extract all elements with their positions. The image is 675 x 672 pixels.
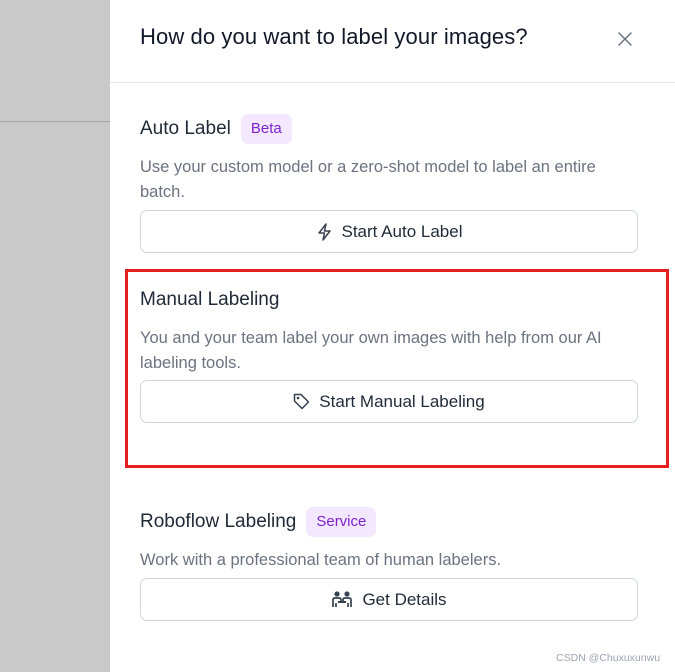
- get-details-label: Get Details: [362, 589, 447, 609]
- beta-badge: Beta: [240, 114, 292, 144]
- start-auto-label-button[interactable]: Start Auto Label: [140, 210, 638, 253]
- roboflow-labeling-description: Work with a professional team of human l…: [140, 551, 502, 569]
- get-details-button[interactable]: Get Details: [140, 578, 638, 621]
- roboflow-labeling-header: Roboflow Labeling Service: [140, 506, 640, 538]
- start-auto-label-label: Start Auto Label: [341, 221, 463, 241]
- auto-label-header: Auto Label Beta: [140, 113, 640, 145]
- manual-labeling-header: Manual Labeling: [140, 284, 640, 316]
- auto-label-description: Use your custom model or a zero-shot mod…: [140, 158, 596, 201]
- roboflow-labeling-title: Roboflow Labeling: [140, 511, 297, 532]
- manual-labeling-title: Manual Labeling: [140, 289, 280, 310]
- service-badge: Service: [306, 507, 377, 537]
- team-icon: [331, 590, 353, 610]
- close-button[interactable]: [610, 24, 640, 54]
- label-options-dialog: How do you want to label your images? Au…: [110, 0, 675, 672]
- manual-labeling-description: You and your team label your own images …: [140, 329, 602, 372]
- start-manual-labeling-label: Start Manual Labeling: [319, 391, 485, 411]
- roboflow-labeling-section: Roboflow Labeling Service Work with a pr…: [140, 506, 640, 621]
- auto-label-section: Auto Label Beta Use your custom model or…: [140, 113, 640, 253]
- backdrop-divider: [0, 121, 110, 122]
- start-manual-labeling-button[interactable]: Start Manual Labeling: [140, 380, 638, 423]
- close-icon: [618, 32, 632, 46]
- auto-label-title: Auto Label: [140, 118, 231, 139]
- tag-icon: [293, 393, 310, 410]
- dialog-title: How do you want to label your images?: [140, 24, 528, 49]
- lightning-icon: [316, 222, 333, 241]
- watermark: CSDN @Chuxuxunwu: [556, 652, 661, 664]
- dialog-header: How do you want to label your images?: [110, 0, 675, 83]
- manual-labeling-section: Manual Labeling You and your team label …: [140, 284, 640, 423]
